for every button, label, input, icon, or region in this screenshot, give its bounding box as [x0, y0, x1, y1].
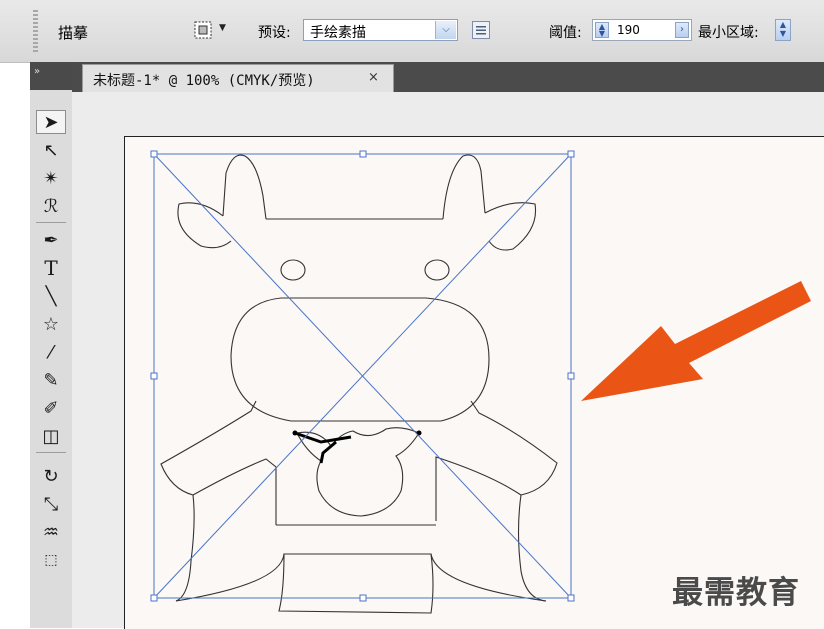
control-bar: 描摹 ▼ 预设: 手绘素描 ⌵ 阈值: ▲ ▼ 190 › 最小区域: ▲ ▼ — [0, 0, 824, 63]
selection-tool-icon[interactable]: ➤ — [36, 110, 66, 134]
panel-gripper[interactable] — [33, 10, 38, 54]
free-transform-icon[interactable]: ⬚ — [36, 548, 66, 572]
min-area-stepper-icon[interactable]: ▲ ▼ — [775, 19, 791, 41]
type-icon[interactable]: T — [36, 256, 66, 280]
preset-select[interactable]: 手绘素描 ⌵ — [303, 19, 458, 41]
scale-icon[interactable]: ⤡ — [36, 492, 66, 516]
tracing-options-icon[interactable] — [472, 21, 490, 39]
preset-label: 预设: — [258, 25, 291, 41]
artwork[interactable] — [125, 137, 824, 629]
line-segment-icon[interactable]: ╲ — [36, 284, 66, 308]
magic-wand-icon[interactable]: ✴ — [36, 166, 66, 190]
watermark: 最需教育 — [672, 575, 800, 611]
min-area-label: 最小区域: — [698, 25, 759, 41]
pointer-arrow — [581, 281, 811, 401]
direct-selection-tool-icon[interactable]: ↖ — [36, 138, 66, 162]
preset-menu-arrow-icon[interactable]: ▼ — [219, 23, 226, 33]
trace-preset-icon[interactable] — [193, 20, 213, 40]
eraser-icon[interactable]: ◫ — [36, 424, 66, 448]
rotate-icon[interactable]: ↻ — [36, 464, 66, 488]
traced-cow-artwork — [160, 154, 558, 614]
paintbrush-icon[interactable]: ⁄ — [36, 340, 66, 364]
document-tab-bar: 未标题-1* @ 100% (CMYK/预览) × — [72, 62, 824, 92]
toolbox-header: » — [30, 62, 72, 90]
bounding-box — [153, 153, 572, 599]
threshold-label: 阈值: — [549, 25, 582, 41]
threshold-field[interactable]: ▲ ▼ 190 › — [592, 19, 692, 41]
lasso-icon[interactable]: ℛ — [36, 194, 66, 218]
pencil-icon[interactable]: ✎ — [36, 368, 66, 392]
toolbox: » ➤ ↖ ✴ ℛ ✒ T ╲ ☆ ⁄ ✎ ✐ ◫ ↻ ⤡ ♒ ⬚ — [30, 62, 73, 628]
chevron-down-icon[interactable]: ⌵ — [435, 21, 456, 39]
blob-brush-icon[interactable]: ✐ — [36, 396, 66, 420]
anchor-edit-marks — [292, 430, 422, 464]
artboard[interactable] — [124, 136, 824, 629]
toolbox-divider — [36, 222, 66, 223]
preset-value: 手绘素描 — [310, 25, 366, 41]
document-tab-title: 未标题-1* @ 100% (CMYK/预览) — [93, 73, 315, 89]
threshold-value: 190 — [617, 23, 640, 37]
close-icon[interactable]: × — [368, 70, 379, 85]
threshold-slider-arrow-icon[interactable]: › — [675, 22, 689, 38]
tool-name: 描摹 — [58, 24, 89, 42]
star-icon[interactable]: ☆ — [36, 312, 66, 336]
pen-icon[interactable]: ✒ — [36, 228, 66, 252]
toolbox-divider — [36, 452, 66, 453]
collapse-icon[interactable]: » — [34, 66, 40, 77]
tab-document[interactable]: 未标题-1* @ 100% (CMYK/预览) × — [82, 64, 394, 92]
warp-icon[interactable]: ♒ — [36, 520, 66, 544]
threshold-stepper-icon[interactable]: ▲ ▼ — [595, 22, 609, 38]
